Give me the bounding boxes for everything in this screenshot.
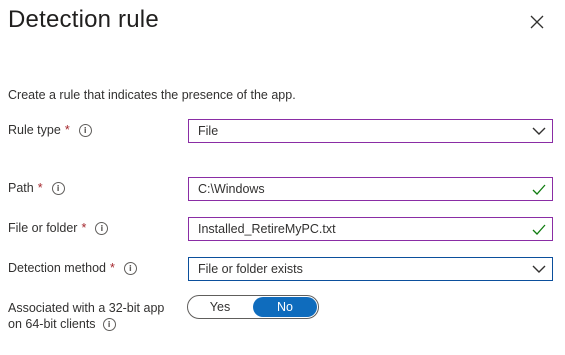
- info-icon[interactable]: i: [102, 317, 116, 331]
- detection-method-value: File or folder exists: [198, 262, 303, 276]
- chevron-down-icon: [526, 127, 552, 136]
- panel-title: Detection rule: [8, 6, 159, 33]
- architecture-toggle-label: Associated with a 32-bit app on 64-bit c…: [8, 300, 164, 332]
- rule-type-row: Rule type * i File: [8, 119, 553, 143]
- toggle-label-line1: Associated with a 32-bit app: [8, 301, 165, 315]
- toggle-option-no[interactable]: No: [253, 297, 317, 317]
- info-icon[interactable]: i: [95, 221, 109, 235]
- path-input[interactable]: C:\Windows: [188, 177, 553, 201]
- toggle-option-yes[interactable]: Yes: [188, 296, 252, 318]
- file-or-folder-row: File or folder * i Installed_RetireMyPC.…: [8, 217, 553, 241]
- path-row: Path * i C:\Windows: [8, 177, 553, 201]
- file-or-folder-input[interactable]: Installed_RetireMyPC.txt: [188, 217, 553, 241]
- toggle-label-line2: on 64-bit clients: [8, 317, 96, 331]
- required-mark: *: [64, 123, 70, 137]
- architecture-toggle[interactable]: Yes No: [187, 295, 319, 319]
- info-icon[interactable]: i: [123, 261, 137, 275]
- detection-method-label: Detection method: [8, 261, 106, 275]
- rule-type-dropdown[interactable]: File: [188, 119, 553, 143]
- path-label: Path: [8, 181, 34, 195]
- file-or-folder-value: Installed_RetireMyPC.txt: [198, 222, 336, 236]
- path-value: C:\Windows: [198, 182, 265, 196]
- detection-method-row: Detection method * i File or folder exis…: [8, 257, 553, 281]
- required-mark: *: [37, 181, 43, 195]
- detection-method-dropdown[interactable]: File or folder exists: [188, 257, 553, 281]
- close-button[interactable]: [527, 12, 547, 32]
- rule-type-value: File: [198, 124, 219, 138]
- required-mark: *: [81, 221, 87, 235]
- close-icon: [530, 15, 544, 29]
- file-or-folder-label: File or folder: [8, 221, 78, 235]
- chevron-down-icon: [526, 265, 552, 274]
- required-mark: *: [109, 261, 115, 275]
- checkmark-icon: [526, 224, 552, 235]
- checkmark-icon: [526, 184, 552, 195]
- panel-description: Create a rule that indicates the presenc…: [8, 88, 296, 102]
- info-icon[interactable]: i: [51, 181, 65, 195]
- info-icon[interactable]: i: [78, 123, 92, 137]
- rule-type-label: Rule type: [8, 123, 61, 137]
